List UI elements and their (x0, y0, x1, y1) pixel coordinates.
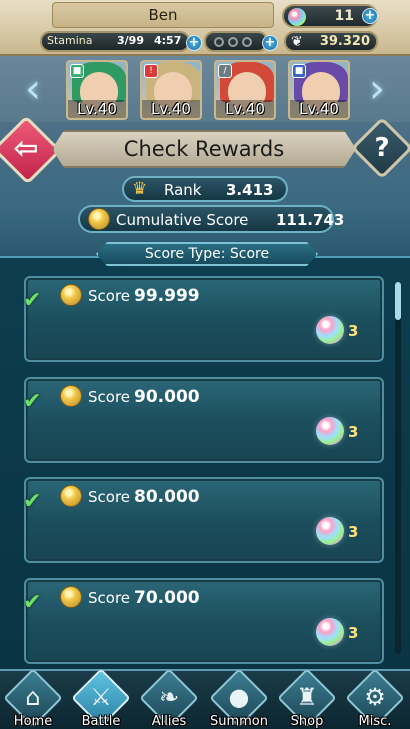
crest-slot-icon (228, 37, 238, 47)
nav-summon[interactable]: ● Summon (209, 668, 269, 729)
orb-reward-icon (316, 316, 344, 344)
score-label: Score (88, 388, 131, 406)
red-warning-icon: ! (144, 64, 158, 78)
buy-orbs-plus-icon[interactable]: + (362, 8, 378, 24)
score-type-tab[interactable]: Score Type: Score (96, 242, 318, 266)
hero-portrait[interactable]: ■ Lv.40 (66, 60, 128, 120)
checkmark-icon: ✔ (23, 389, 42, 414)
blue-square-icon: ■ (292, 64, 306, 78)
reward-card: Score 99.999 3 (24, 276, 384, 362)
feather-count: 39.320 (319, 34, 370, 49)
help-icon[interactable]: ? (360, 128, 404, 168)
stamina-value: 3/99 (117, 34, 144, 47)
orb-reward-icon (316, 618, 344, 646)
score-label: Score (88, 488, 131, 506)
nav-label: Shop (290, 714, 324, 729)
home-icon: ⌂ (25, 683, 41, 711)
nav-misc[interactable]: ⚙ Misc. (345, 668, 405, 729)
checkmark-icon: ✔ (23, 489, 42, 514)
stamina-timer: 4:57 (154, 34, 182, 47)
crest-plus-icon[interactable]: + (262, 35, 278, 51)
nav-label: Battle (81, 714, 121, 729)
dueling-crests (204, 31, 268, 52)
crest-slot-icon (214, 37, 224, 47)
orb-icon (288, 8, 306, 26)
green-square-icon: ■ (70, 64, 84, 78)
rank-display: ♛ Rank 3.413 (122, 176, 288, 202)
hero-level: Lv.40 (68, 100, 126, 118)
swords-icon: ⚔ (90, 683, 112, 711)
checkmark-icon: ✔ (23, 288, 42, 313)
medal-icon (60, 385, 82, 407)
feather-icon: ❦ (291, 34, 303, 50)
back-arrow-icon[interactable]: ⇦ (6, 132, 46, 166)
reward-card: Score 80.000 3 (24, 477, 384, 563)
scrollbar-track[interactable] (395, 282, 401, 654)
team-row: ‹ ■ Lv.40 ! Lv.40 / Lv.40 ■ Lv.40 › (0, 56, 410, 122)
nav-label: Home (13, 714, 53, 729)
player-name: Ben (52, 2, 274, 28)
hero-level: Lv.40 (142, 100, 200, 118)
hero-portrait[interactable]: / Lv.40 (214, 60, 276, 120)
screen: Ben 11 + Stamina 3/99 4:57 + + ❦ 39.320 … (0, 0, 410, 729)
medal-icon (60, 284, 82, 306)
cumulative-label: Cumulative Score (116, 211, 249, 229)
rank-label: Rank (164, 181, 202, 199)
stamina-meter: Stamina 3/99 4:57 (40, 31, 190, 52)
castle-icon: ♜ (296, 683, 318, 711)
reward-count: 3 (348, 523, 359, 541)
reward-count: 3 (348, 322, 359, 340)
gear-icon: ⚙ (364, 683, 386, 711)
page-title: Check Rewards (52, 130, 356, 168)
hero-portrait[interactable]: ■ Lv.40 (288, 60, 350, 120)
score-label: Score (88, 589, 131, 607)
checkmark-icon: ✔ (23, 590, 42, 615)
nav-battle[interactable]: ⚔ Battle (71, 668, 131, 729)
page-header: ⇦ Check Rewards ? (0, 115, 410, 185)
reward-card: Score 70.000 3 (24, 578, 384, 664)
nav-home[interactable]: ⌂ Home (3, 668, 63, 729)
score-threshold: 80.000 (134, 487, 200, 507)
reward-card: Score 90.000 3 (24, 377, 384, 463)
nav-shop[interactable]: ♜ Shop (277, 668, 337, 729)
stamina-label: Stamina (47, 34, 93, 47)
score-threshold: 99.999 (134, 286, 200, 306)
crest-slot-icon (242, 37, 252, 47)
medal-icon (88, 208, 110, 230)
sword-icon: / (218, 64, 232, 78)
rank-value: 3.413 (226, 181, 274, 199)
reward-count: 3 (348, 423, 359, 441)
orb-count: 11 (334, 8, 354, 24)
hero-level: Lv.40 (216, 100, 274, 118)
medal-icon (60, 586, 82, 608)
scrollbar-thumb[interactable] (395, 282, 401, 320)
nav-label: Allies (151, 714, 187, 729)
cumulative-score-display: Cumulative Score 111.743 (78, 205, 344, 233)
feather-counter: ❦ 39.320 (284, 31, 378, 52)
orb-reward-icon (316, 417, 344, 445)
crown-icon: ♛ (132, 179, 148, 199)
hero-portrait[interactable]: ! Lv.40 (140, 60, 202, 120)
orb-reward-icon (316, 517, 344, 545)
reward-count: 3 (348, 624, 359, 642)
nav-label: Misc. (358, 714, 392, 729)
medal-icon (60, 485, 82, 507)
bottom-nav: ⌂ Home ⚔ Battle ❧ Allies ● Summon ♜ Shop… (0, 668, 410, 729)
prev-team-chevron-icon[interactable]: ‹ (16, 64, 50, 114)
score-threshold: 90.000 (134, 387, 200, 407)
wings-icon: ❧ (158, 683, 180, 711)
stamina-plus-icon[interactable]: + (186, 35, 202, 51)
nav-label: Summon (209, 714, 268, 729)
next-team-chevron-icon[interactable]: › (360, 64, 394, 114)
nav-allies[interactable]: ❧ Allies (139, 668, 199, 729)
score-label: Score (88, 287, 131, 305)
cumulative-value: 111.743 (276, 211, 345, 229)
score-threshold: 70.000 (134, 588, 200, 608)
status-bar: Ben 11 + Stamina 3/99 4:57 + + ❦ 39.320 (0, 0, 410, 56)
hero-level: Lv.40 (290, 100, 348, 118)
orb-icon: ● (228, 683, 250, 711)
